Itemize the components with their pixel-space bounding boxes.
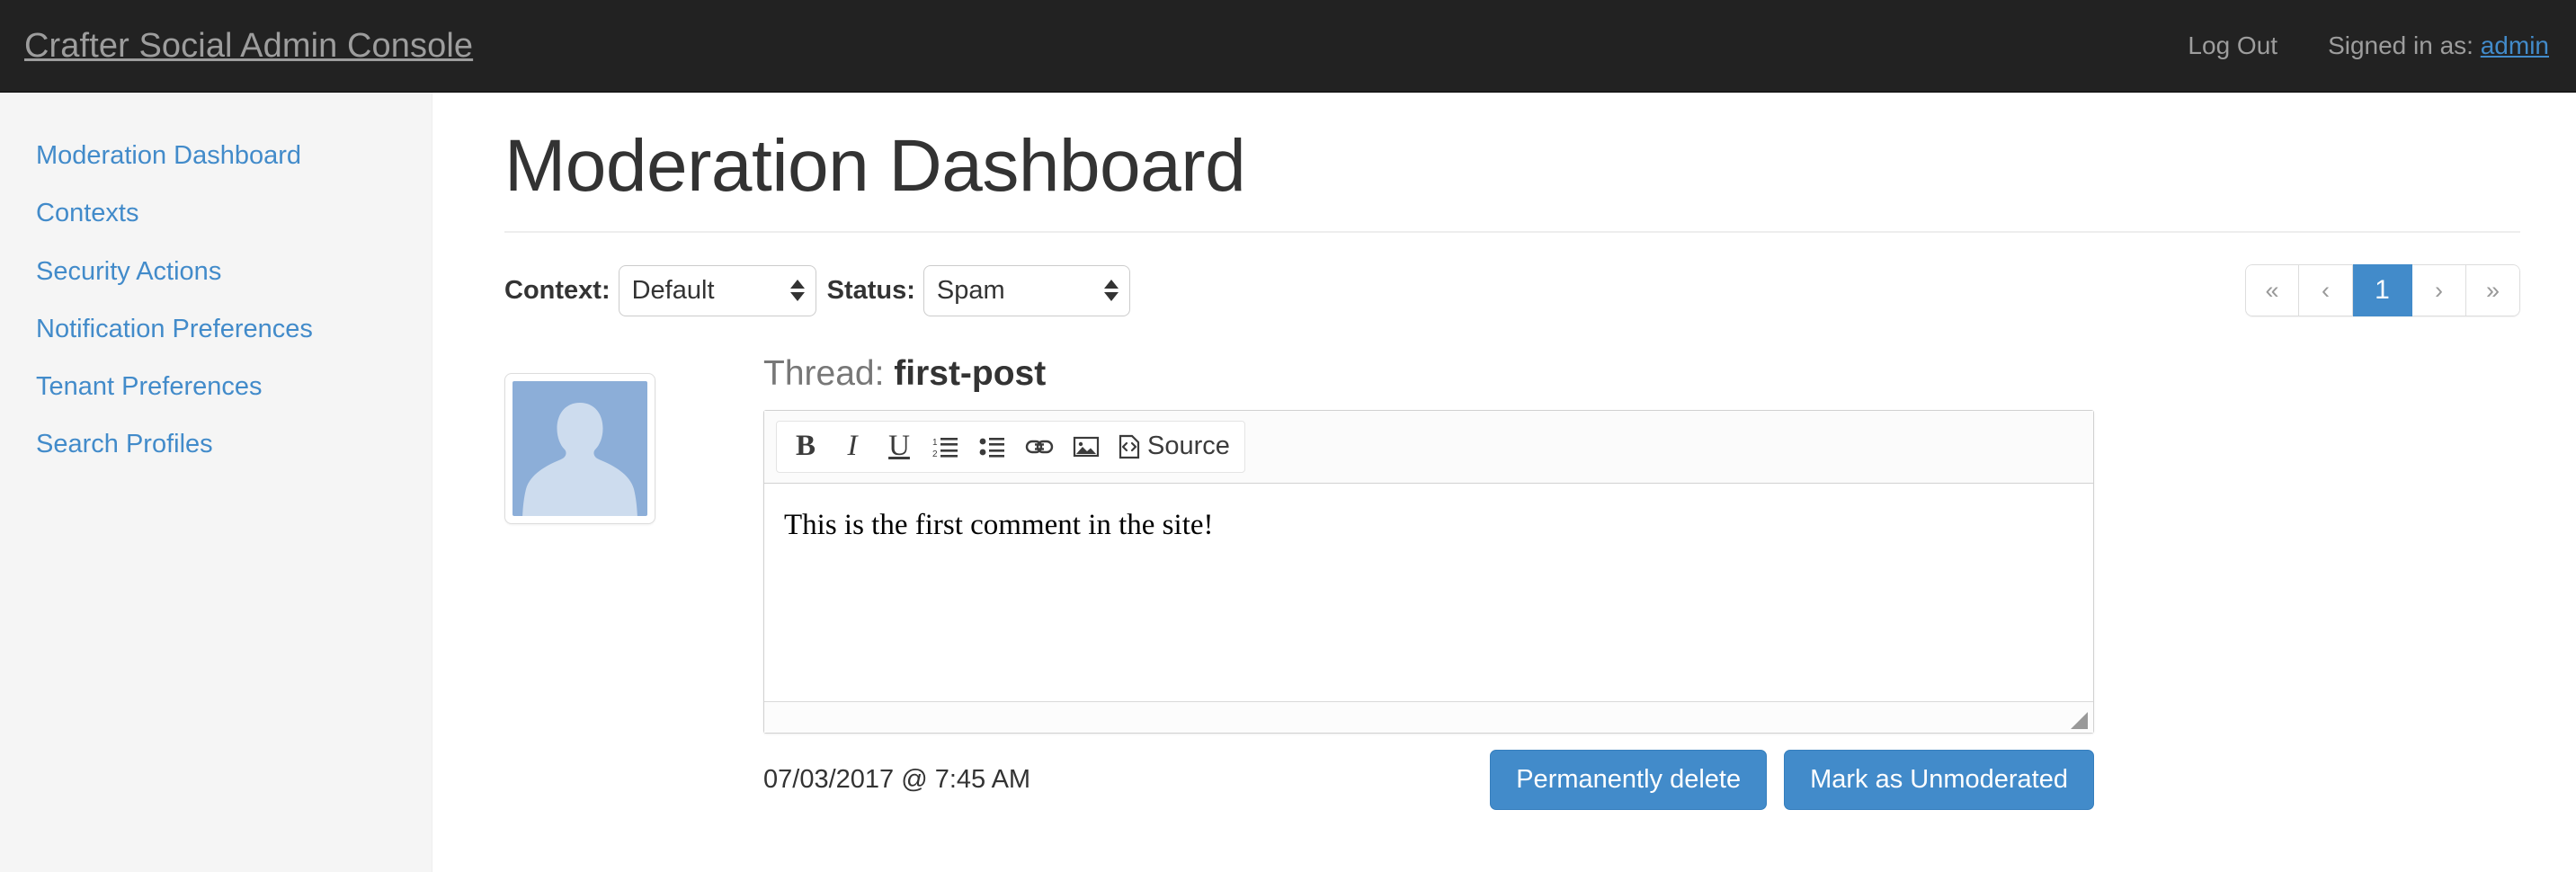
pagination-next-button[interactable]: › bbox=[2412, 264, 2466, 317]
chevron-updown-icon bbox=[789, 280, 805, 302]
pagination-last-button[interactable]: » bbox=[2466, 264, 2520, 317]
source-code-icon bbox=[1119, 434, 1140, 459]
italic-icon[interactable]: I bbox=[829, 424, 876, 469]
pagination: « ‹ 1 › » bbox=[2245, 264, 2520, 317]
editor-footer bbox=[764, 701, 2093, 733]
thread-name: first-post bbox=[894, 354, 1047, 394]
context-filter-label: Context: bbox=[504, 275, 611, 305]
sidebar-item-contexts[interactable]: Contexts bbox=[0, 184, 432, 242]
bold-icon[interactable]: B bbox=[782, 424, 829, 469]
rich-text-editor: B I U 1 2 Source This is the first comme… bbox=[763, 409, 2094, 734]
underline-icon[interactable]: U bbox=[876, 424, 923, 469]
source-button-label: Source bbox=[1147, 432, 1230, 461]
bulleted-list-icon[interactable] bbox=[969, 424, 1016, 469]
main-content: Moderation Dashboard Context: Default St… bbox=[433, 93, 2576, 872]
mark-as-unmoderated-button[interactable]: Mark as Unmoderated bbox=[1784, 749, 2094, 810]
editor-toolbar-bar: B I U 1 2 Source bbox=[764, 410, 2093, 484]
avatar bbox=[504, 373, 655, 525]
post-body: Thread: first-post B I U 1 2 Source This… bbox=[763, 353, 2094, 810]
source-button[interactable]: Source bbox=[1110, 424, 1239, 469]
sidebar-item-tenant-preferences[interactable]: Tenant Preferences bbox=[0, 358, 432, 415]
sidebar-item-notification-preferences[interactable]: Notification Preferences bbox=[0, 300, 432, 358]
avatar-container bbox=[504, 353, 655, 810]
context-select-value: Default bbox=[631, 275, 715, 305]
top-navbar: Crafter Social Admin Console Log Out Sig… bbox=[0, 0, 2576, 93]
status-select[interactable]: Spam bbox=[923, 264, 1130, 316]
moderation-item: Thread: first-post B I U 1 2 Source This… bbox=[504, 353, 2520, 810]
sidebar-item-moderation-dashboard[interactable]: Moderation Dashboard bbox=[0, 127, 432, 184]
permanently-delete-button[interactable]: Permanently delete bbox=[1490, 749, 1768, 810]
svg-text:2: 2 bbox=[932, 449, 938, 459]
post-footer: 07/03/2017 @ 7:45 AM Permanently delete … bbox=[763, 749, 2094, 810]
log-out-link[interactable]: Log Out bbox=[2161, 31, 2304, 60]
pagination-first-button[interactable]: « bbox=[2245, 264, 2299, 317]
context-select[interactable]: Default bbox=[618, 264, 816, 316]
status-filter-label: Status: bbox=[826, 275, 915, 305]
post-actions: Permanently delete Mark as Unmoderated bbox=[1490, 749, 2094, 810]
title-divider bbox=[504, 231, 2520, 234]
filter-toolbar: Context: Default Status: Spam « ‹ 1 › » bbox=[504, 264, 2520, 317]
post-timestamp: 07/03/2017 @ 7:45 AM bbox=[763, 764, 1031, 794]
signed-in-status: Signed in as: admin bbox=[2304, 31, 2549, 60]
editor-content-area[interactable]: This is the first comment in the site! bbox=[764, 483, 2093, 702]
signed-in-label: Signed in as: bbox=[2328, 31, 2473, 59]
svg-text:1: 1 bbox=[932, 438, 938, 448]
page-title: Moderation Dashboard bbox=[504, 125, 1246, 207]
resize-handle-icon[interactable] bbox=[2071, 711, 2088, 729]
user-silhouette-icon bbox=[513, 381, 647, 517]
thread-label: Thread: bbox=[763, 354, 885, 394]
sidebar-nav: Moderation Dashboard Contexts Security A… bbox=[0, 93, 432, 872]
image-icon[interactable] bbox=[1063, 424, 1110, 469]
editor-toolbar: B I U 1 2 Source bbox=[776, 420, 1245, 473]
link-icon[interactable] bbox=[1016, 424, 1063, 469]
chevron-updown-icon bbox=[1103, 280, 1119, 302]
sidebar-item-search-profiles[interactable]: Search Profiles bbox=[0, 415, 432, 473]
pagination-page-1-button[interactable]: 1 bbox=[2353, 264, 2412, 317]
editor-content-text: This is the first comment in the site! bbox=[784, 508, 1214, 541]
filter-group: Context: Default Status: Spam bbox=[504, 264, 1130, 316]
thread-header: Thread: first-post bbox=[763, 353, 2094, 396]
signed-in-username[interactable]: admin bbox=[2481, 31, 2549, 59]
sidebar-item-security-actions[interactable]: Security Actions bbox=[0, 243, 432, 300]
pagination-prev-button[interactable]: ‹ bbox=[2299, 264, 2353, 317]
numbered-list-icon[interactable]: 1 2 bbox=[923, 424, 969, 469]
status-select-value: Spam bbox=[936, 275, 1005, 305]
app-brand-title[interactable]: Crafter Social Admin Console bbox=[0, 29, 473, 63]
navbar-right-group: Log Out Signed in as: admin bbox=[2161, 31, 2576, 60]
